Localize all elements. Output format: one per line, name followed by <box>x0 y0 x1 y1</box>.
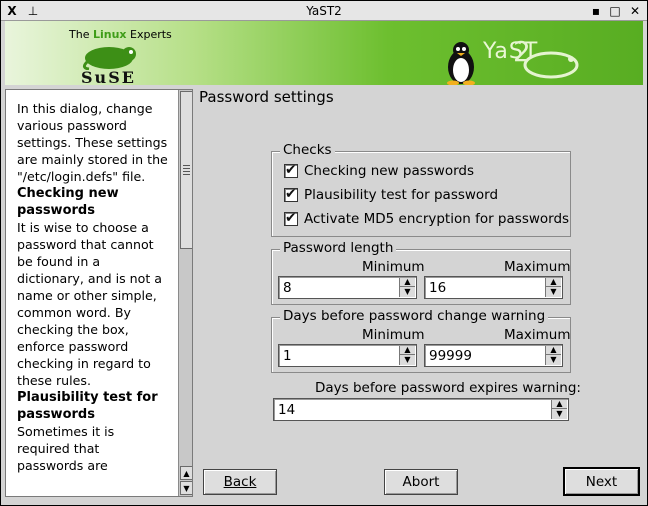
suse-tagline: The Linux Experts <box>69 28 172 41</box>
title-bar: X ⊥ YaST2 ▪ □ ✕ <box>1 1 647 21</box>
minimize-icon[interactable]: ▪ <box>588 3 604 18</box>
help-text: In this dialog, change various password … <box>17 100 169 474</box>
help-scrollbar[interactable]: ▲ ▼ <box>178 90 192 496</box>
help-heading: Plausibility test for passwords <box>17 390 158 422</box>
help-body: It is wise to choose a password that can… <box>17 220 163 388</box>
maximize-icon[interactable]: □ <box>607 3 623 18</box>
expire-warning-label: Days before password expires warning: <box>315 380 581 396</box>
page-title: Password settings <box>199 88 334 106</box>
password-length-title: Password length <box>280 240 397 256</box>
spin-arrows[interactable]: ▲ ▼ <box>545 346 561 365</box>
suse-logo-text: SuSE <box>81 68 136 85</box>
checkbox[interactable] <box>284 162 298 178</box>
max-length-value: 16 <box>429 280 447 296</box>
yast-banner: The Linux Experts SuSE YaST 2 <box>5 21 643 85</box>
expire-warning-spinbox[interactable]: 14 ▲ ▼ <box>273 398 569 421</box>
min-days-value: 1 <box>283 348 292 364</box>
checkbox[interactable] <box>284 210 298 226</box>
max-length-label: Maximum <box>504 259 571 275</box>
abort-button-label: Abort <box>402 474 440 490</box>
password-length-group: Password length Minimum Maximum 8 ▲ ▼ 16… <box>271 240 571 305</box>
tux-penguin-icon <box>447 42 475 85</box>
check-new-passwords[interactable]: Checking new passwords <box>284 162 475 179</box>
help-heading: Checking new passwords <box>17 186 119 218</box>
min-days-spinbox[interactable]: 1 ▲ ▼ <box>278 344 417 367</box>
grip-icon <box>183 165 190 175</box>
scroll-up-icon[interactable]: ▲ <box>180 466 192 480</box>
window-title: YaST2 <box>306 4 342 18</box>
spin-up-icon[interactable]: ▲ <box>546 346 561 355</box>
check-label: Plausibility test for password <box>304 187 499 203</box>
checks-group: Checks Checking new passwords Plausibili… <box>271 142 571 237</box>
spin-down-icon[interactable]: ▼ <box>552 409 567 418</box>
min-length-spinbox[interactable]: 8 ▲ ▼ <box>278 276 417 299</box>
spin-arrows[interactable]: ▲ ▼ <box>399 278 415 297</box>
close-icon[interactable]: ✕ <box>627 3 643 18</box>
min-length-value: 8 <box>283 280 292 296</box>
scrollbar-thumb[interactable] <box>180 91 192 249</box>
scroll-down-icon[interactable]: ▼ <box>180 481 192 495</box>
next-button[interactable]: Next <box>563 467 640 496</box>
spin-up-icon[interactable]: ▲ <box>400 346 415 355</box>
checkbox[interactable] <box>284 186 298 202</box>
help-intro: In this dialog, change various password … <box>17 101 168 184</box>
back-button[interactable]: Back <box>203 469 277 495</box>
check-plausibility[interactable]: Plausibility test for password <box>284 186 499 203</box>
max-days-spinbox[interactable]: 99999 ▲ ▼ <box>424 344 563 367</box>
check-label: Checking new passwords <box>304 163 475 179</box>
spin-down-icon[interactable]: ▼ <box>400 287 415 296</box>
spin-up-icon[interactable]: ▲ <box>552 400 567 409</box>
spin-down-icon[interactable]: ▼ <box>400 355 415 364</box>
max-days-value: 99999 <box>429 348 472 364</box>
spin-up-icon[interactable]: ▲ <box>400 278 415 287</box>
spin-arrows[interactable]: ▲ ▼ <box>551 400 567 419</box>
spin-down-icon[interactable]: ▼ <box>546 287 561 296</box>
max-length-spinbox[interactable]: 16 ▲ ▼ <box>424 276 563 299</box>
spin-arrows[interactable]: ▲ ▼ <box>545 278 561 297</box>
help-body: Sometimes it is required that passwords … <box>17 424 115 473</box>
tagline-post: Experts <box>126 28 172 41</box>
max-days-label: Maximum <box>504 327 571 343</box>
tagline-pre: The <box>69 28 93 41</box>
spin-arrows[interactable]: ▲ ▼ <box>399 346 415 365</box>
spin-down-icon[interactable]: ▼ <box>546 355 561 364</box>
spin-up-icon[interactable]: ▲ <box>546 278 561 287</box>
expire-warning-value: 14 <box>278 402 296 418</box>
next-button-label: Next <box>585 473 618 490</box>
tagline-highlight: Linux <box>92 28 127 41</box>
change-warning-group: Days before password change warning Mini… <box>271 308 571 373</box>
change-warning-title: Days before password change warning <box>280 308 549 324</box>
check-md5[interactable]: Activate MD5 encryption for passwords <box>284 210 570 227</box>
back-button-label: Back <box>223 474 257 490</box>
min-days-label: Minimum <box>362 327 425 343</box>
abort-button[interactable]: Abort <box>384 469 458 495</box>
svg-text:2: 2 <box>513 35 531 68</box>
help-pane[interactable]: In this dialog, change various password … <box>5 89 193 497</box>
suse-chameleon-icon <box>82 47 136 70</box>
check-label: Activate MD5 encryption for passwords <box>304 211 570 227</box>
min-length-label: Minimum <box>362 259 425 275</box>
yast-window: X ⊥ YaST2 ▪ □ ✕ The Linux Experts SuSE Y… <box>0 0 648 506</box>
checks-group-title: Checks <box>280 142 335 158</box>
yast-chameleon-icon: 2 <box>513 35 579 79</box>
